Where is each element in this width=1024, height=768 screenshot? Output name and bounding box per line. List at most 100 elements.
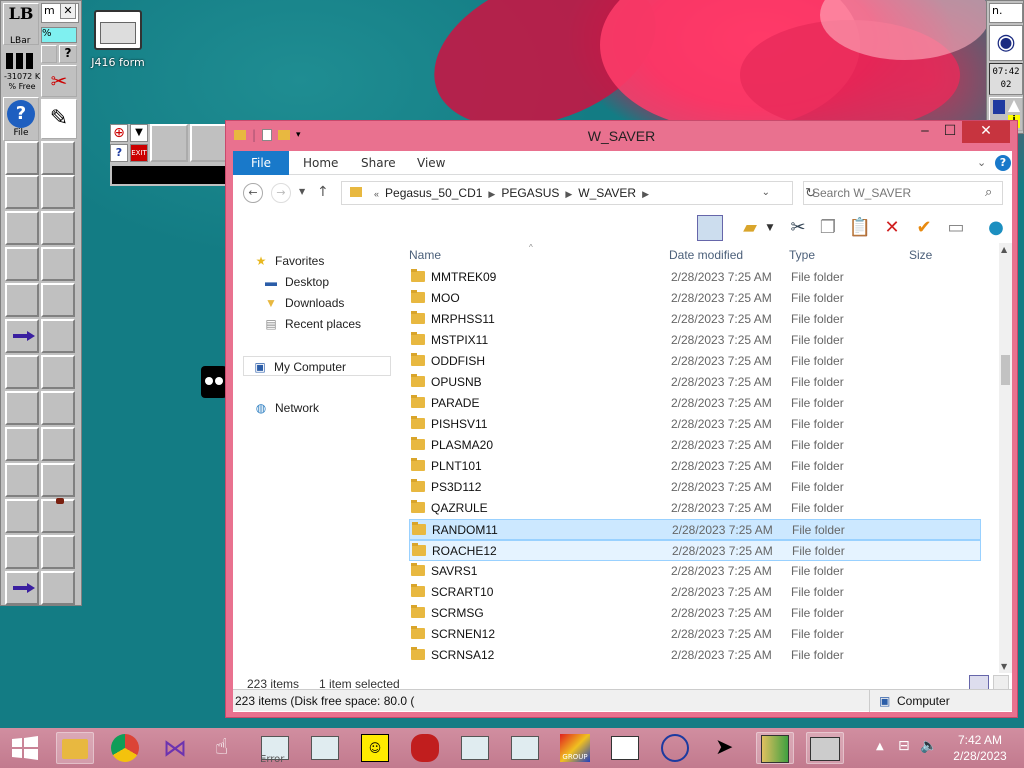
expand-ribbon-icon[interactable]: ⌄ bbox=[977, 151, 986, 175]
vertical-scrollbar[interactable]: ▲ ▼ bbox=[999, 243, 1012, 673]
breadcrumb-item[interactable]: W_SAVER bbox=[578, 186, 636, 200]
forward-button[interactable]: → bbox=[271, 183, 291, 203]
preview-pane-icon[interactable] bbox=[697, 215, 723, 241]
lbar-slot[interactable] bbox=[41, 141, 75, 175]
lbar-slot[interactable] bbox=[41, 427, 75, 461]
taskbar-arrow[interactable]: ➤ bbox=[706, 732, 744, 764]
file-row[interactable]: SCRNSA12 2/28/2023 7:25 AM File folder bbox=[409, 645, 981, 666]
lbar-slot[interactable] bbox=[5, 391, 39, 425]
scroll-up-icon[interactable]: ▲ bbox=[1001, 245, 1007, 254]
taskbar-clock[interactable]: 7:42 AM 2/28/2023 bbox=[940, 732, 1020, 764]
lbar-slot[interactable] bbox=[41, 499, 75, 533]
column-date[interactable]: Date modified bbox=[669, 248, 743, 262]
tab-home[interactable]: Home bbox=[303, 151, 338, 175]
lbar-slot[interactable] bbox=[5, 141, 39, 175]
up-arrow-icon[interactable]: ↑ bbox=[317, 184, 329, 200]
lbar-slot[interactable] bbox=[5, 283, 39, 317]
scroll-down-icon[interactable]: ▼ bbox=[1001, 662, 1007, 671]
lbar-slot[interactable] bbox=[41, 175, 75, 209]
taskbar-disk[interactable] bbox=[656, 732, 694, 764]
file-row[interactable]: MMTREK09 2/28/2023 7:25 AM File folder bbox=[409, 267, 981, 288]
writer-icon[interactable]: ✎ bbox=[41, 99, 77, 139]
file-row[interactable]: QAZRULE 2/28/2023 7:25 AM File folder bbox=[409, 498, 981, 519]
mini-slot[interactable] bbox=[190, 124, 228, 162]
close-button[interactable]: ✕ bbox=[962, 121, 1010, 143]
column-type[interactable]: Type bbox=[789, 248, 815, 262]
properties-icon[interactable]: ▭ bbox=[943, 215, 969, 241]
help-question-icon[interactable]: ? bbox=[59, 45, 77, 63]
tools-icon[interactable]: ✂ bbox=[41, 65, 77, 97]
file-row[interactable]: RANDOM11 2/28/2023 7:25 AM File folder bbox=[409, 519, 981, 540]
file-row[interactable]: SCRMSG 2/28/2023 7:25 AM File folder bbox=[409, 603, 981, 624]
chevron-down-icon[interactable]: ⌄ bbox=[762, 182, 770, 204]
tab-view[interactable]: View bbox=[417, 151, 445, 175]
lbar-slot[interactable] bbox=[5, 175, 39, 209]
paste-icon[interactable]: 📋 bbox=[847, 215, 873, 241]
lbar-logo[interactable]: LB LBar bbox=[3, 3, 39, 46]
taskbar-chrome[interactable] bbox=[106, 732, 144, 764]
lbar-slot[interactable] bbox=[5, 499, 39, 533]
column-size[interactable]: Size bbox=[909, 248, 932, 262]
help-icon[interactable]: ? bbox=[995, 155, 1011, 171]
file-row[interactable]: SCRART10 2/28/2023 7:25 AM File folder bbox=[409, 582, 981, 603]
back-button[interactable]: ← bbox=[243, 183, 263, 203]
dropdown-icon[interactable]: ▼ bbox=[757, 215, 783, 241]
lbar-arrow-button[interactable] bbox=[5, 319, 39, 353]
search-input[interactable]: Search W_SAVER bbox=[803, 181, 1003, 205]
dropdown-icon[interactable]: ▼ bbox=[130, 124, 148, 142]
lbar-partial-window[interactable]: m ✕ bbox=[41, 3, 79, 23]
delete-icon[interactable]: ✕ bbox=[879, 215, 905, 241]
exit-icon[interactable]: EXIT bbox=[130, 144, 148, 162]
nav-desktop[interactable]: ▬ Desktop bbox=[263, 272, 329, 292]
minimize-button[interactable]: ‒ bbox=[912, 121, 938, 143]
volume-icon[interactable]: 🔈 bbox=[920, 738, 937, 754]
address-breadcrumb[interactable]: «Pegasus_50_CD1 ▶ PEGASUS ▶ W_SAVER ▶ ⌄ ↻ bbox=[341, 181, 816, 205]
taskbar-creature[interactable] bbox=[406, 732, 444, 764]
taskbar-visual-studio[interactable]: ⋈ bbox=[156, 732, 194, 764]
lbar-slot[interactable] bbox=[41, 283, 75, 317]
lbar-slot[interactable] bbox=[41, 355, 75, 389]
eye-icon[interactable]: ◉ bbox=[989, 25, 1023, 61]
start-button[interactable] bbox=[6, 732, 44, 764]
taskbar-form-app[interactable]: Error bbox=[256, 732, 294, 765]
taskbar-form-app-2[interactable] bbox=[306, 732, 344, 764]
lbar-slot[interactable] bbox=[41, 391, 75, 425]
file-row[interactable]: SCRNEN12 2/28/2023 7:25 AM File folder bbox=[409, 624, 981, 645]
file-row[interactable]: PLNT101 2/28/2023 7:25 AM File folder bbox=[409, 456, 981, 477]
nav-favorites[interactable]: ★ Favorites bbox=[253, 251, 325, 271]
widget-caption[interactable]: n. bbox=[989, 3, 1023, 23]
lbar-arrow-button[interactable] bbox=[5, 571, 39, 605]
tab-share[interactable]: Share bbox=[361, 151, 396, 175]
taskbar-smiley[interactable]: ☺ bbox=[356, 732, 394, 764]
rename-check-icon[interactable]: ✔ bbox=[911, 215, 937, 241]
lbar-slot[interactable] bbox=[5, 427, 39, 461]
taskbar-cursor-app[interactable]: ☝ bbox=[206, 732, 244, 764]
scroll-thumb[interactable] bbox=[1001, 355, 1010, 385]
file-row[interactable]: MSTPIX11 2/28/2023 7:25 AM File folder bbox=[409, 330, 981, 351]
breadcrumb-item[interactable]: Pegasus_50_CD1 bbox=[385, 186, 482, 200]
lbar-slot[interactable] bbox=[5, 463, 39, 497]
breadcrumb-item[interactable]: PEGASUS bbox=[501, 186, 559, 200]
file-row[interactable]: ODDFISH 2/28/2023 7:25 AM File folder bbox=[409, 351, 981, 372]
lbar-slot[interactable] bbox=[41, 247, 75, 281]
taskbar-form-app-3[interactable] bbox=[456, 732, 494, 764]
target-icon[interactable]: ⊕ bbox=[110, 124, 128, 142]
file-row[interactable]: MRPHSS11 2/28/2023 7:25 AM File folder bbox=[409, 309, 981, 330]
lbar-slot[interactable] bbox=[41, 319, 75, 353]
lbar-slot[interactable] bbox=[41, 535, 75, 569]
copy-icon[interactable]: ❐ bbox=[815, 215, 841, 241]
file-row[interactable]: PS3D112 2/28/2023 7:25 AM File folder bbox=[409, 477, 981, 498]
nav-downloads[interactable]: ▼ Downloads bbox=[263, 293, 344, 313]
taskbar-form-app-4[interactable] bbox=[506, 732, 544, 764]
file-row[interactable]: PISHSV11 2/28/2023 7:25 AM File folder bbox=[409, 414, 981, 435]
lbar-slot[interactable] bbox=[41, 571, 75, 605]
lbar-slot[interactable] bbox=[5, 247, 39, 281]
taskbar-map[interactable] bbox=[756, 732, 794, 764]
desktop-icon-j416[interactable]: J416 form bbox=[88, 10, 148, 69]
lbar-slot[interactable] bbox=[5, 535, 39, 569]
lbar-slot[interactable] bbox=[41, 463, 75, 497]
tab-file[interactable]: File bbox=[233, 151, 289, 175]
close-icon[interactable]: ✕ bbox=[60, 3, 76, 19]
file-row[interactable]: SAVRS1 2/28/2023 7:25 AM File folder bbox=[409, 561, 981, 582]
network-tray-icon[interactable]: ⊟ bbox=[898, 738, 910, 754]
